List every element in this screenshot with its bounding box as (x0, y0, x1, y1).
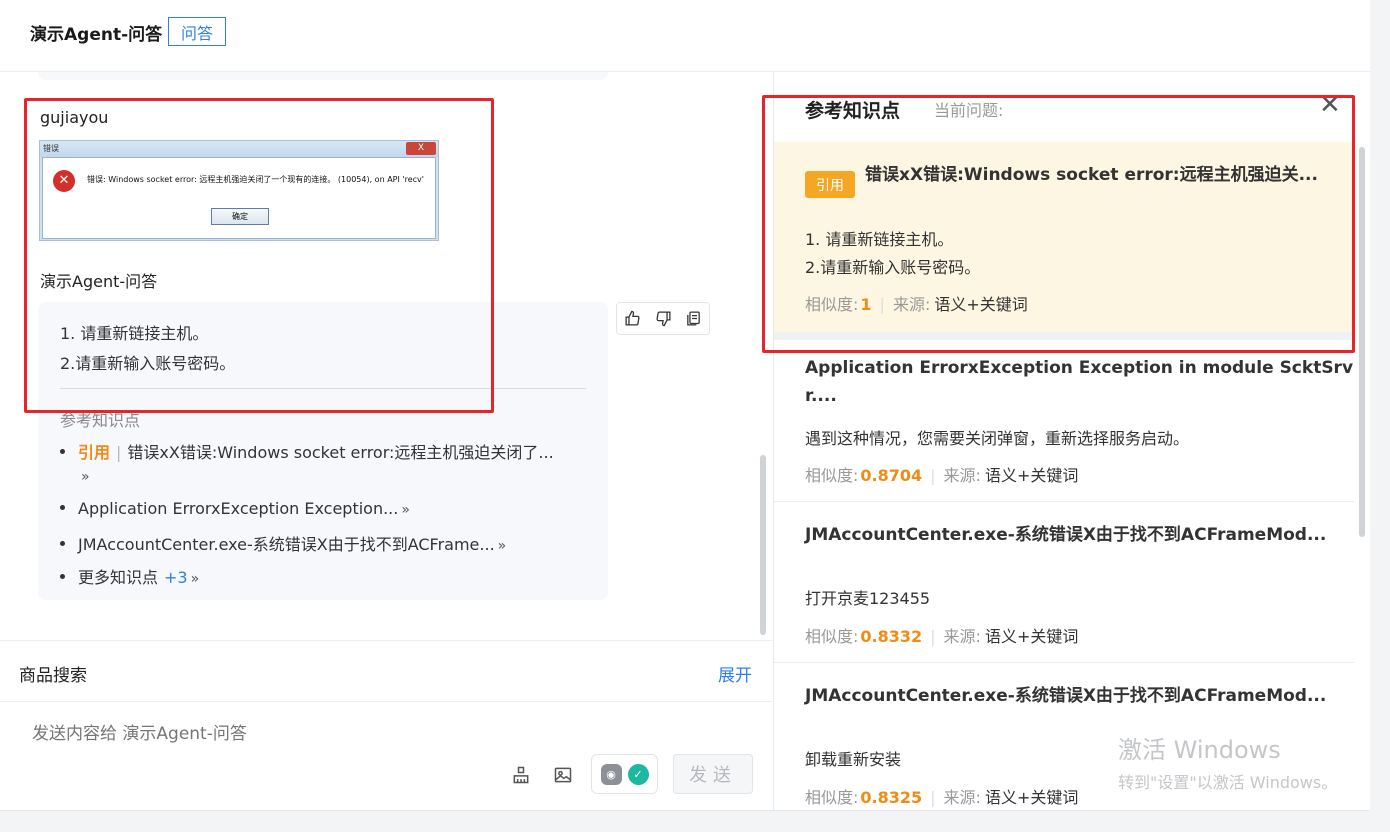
expand-chevron-icon[interactable]: » (78, 466, 90, 485)
highlight-box-right (762, 95, 1355, 353)
ref-item-cited[interactable]: 引用 | 错误xX错误:Windows socket error:远程主机强迫关闭了… (60, 439, 554, 463)
source-value: 语义+关键词 (984, 627, 1079, 646)
ref-text: Application ErrorxException Exception... (78, 499, 399, 518)
knowledge-card[interactable]: JMAccountCenter.exe-系统错误X由于找不到ACFrameMod… (774, 502, 1354, 663)
more-refs-count: +3 (164, 568, 188, 587)
card-title: JMAccountCenter.exe-系统错误X由于找不到ACFrameMod… (805, 686, 1327, 706)
window-edge (1370, 0, 1390, 832)
bullet (60, 505, 65, 510)
ref-item[interactable]: Application ErrorxException Exception...… (60, 499, 410, 518)
clear-broom-icon[interactable] (510, 764, 532, 786)
bullet (60, 541, 65, 546)
card-meta: 相似度: 0.8325 | 来源: 语义+关键词 (805, 784, 1078, 808)
card-title-continued: r.... (805, 386, 837, 406)
input-area: ◉ ✓ 发送 (0, 702, 772, 810)
expand-button[interactable]: 展开 (718, 661, 752, 686)
copy-icon[interactable] (678, 303, 709, 334)
separator: | (930, 627, 936, 646)
card-body-line: 卸载重新安装 (805, 750, 902, 769)
chevron-right-icon: » (497, 538, 507, 554)
app-window: 演示Agent-问答 问答 gujiayou 错误 X ✕ 错误: Window… (0, 0, 1390, 832)
assistant-switcher[interactable]: ◉ ✓ (591, 754, 658, 794)
robot-icon[interactable]: ◉ (600, 763, 622, 785)
similarity-score: 0.8332 (860, 627, 923, 646)
cite-label: 引用 (78, 443, 111, 462)
header: 演示Agent-问答 问答 (0, 0, 1370, 72)
chat-scrollbar[interactable] (760, 455, 766, 635)
chevron-right-icon: » (401, 502, 410, 518)
message-actions (616, 302, 710, 335)
chevron-right-icon: » (190, 571, 200, 587)
previous-message-bubble (38, 72, 608, 80)
more-refs[interactable]: 更多知识点 +3» (60, 564, 199, 588)
image-upload-icon[interactable] (552, 764, 574, 786)
windows-activation-watermark: 激活 Windows 转到"设置"以激活 Windows。 (1118, 730, 1337, 793)
thumbs-down-icon[interactable] (648, 303, 679, 334)
watermark-line: 转到"设置"以激活 Windows。 (1118, 773, 1338, 792)
card-meta: 相似度: 0.8704 | 来源: 语义+关键词 (805, 462, 1078, 486)
card-body-line: 打开京麦123455 (805, 589, 931, 608)
knowledge-card[interactable]: Application ErrorxException Exception in… (774, 340, 1354, 502)
thumbs-up-icon[interactable] (617, 303, 648, 334)
card-title: JMAccountCenter.exe-系统错误X由于找不到ACFrameMod… (805, 525, 1327, 545)
source-label: 来源: (943, 627, 981, 646)
card-title: Application ErrorxException Exception in… (805, 358, 1354, 378)
product-search-bar: 商品搜索 展开 (0, 640, 772, 702)
bullet (60, 449, 65, 454)
more-refs-label: 更多知识点 (78, 568, 159, 587)
separator: | (116, 443, 122, 462)
ref-text: JMAccountCenter.exe-系统错误X由于找不到ACFrame... (78, 535, 495, 554)
card-meta: 相似度: 0.8332 | 来源: 语义+关键词 (805, 623, 1078, 647)
similarity-label: 相似度: (805, 788, 859, 807)
card-body-line: 遇到这种情况，您需要关闭弹窗，重新选择服务启动。 (805, 429, 1190, 448)
similarity-label: 相似度: (805, 466, 859, 485)
ref-item[interactable]: JMAccountCenter.exe-系统错误X由于找不到ACFrame...… (60, 531, 506, 555)
source-value: 语义+关键词 (984, 466, 1079, 485)
panel-scrollbar[interactable] (1359, 147, 1365, 537)
agent-title: 演示Agent-问答 (30, 25, 163, 45)
send-button[interactable]: 发送 (673, 754, 753, 794)
source-value: 语义+关键词 (984, 788, 1079, 807)
message-input[interactable] (32, 724, 732, 744)
similarity-label: 相似度: (805, 627, 859, 646)
highlight-box-left (24, 98, 494, 413)
product-search-label: 商品搜索 (19, 666, 87, 686)
similarity-score: 0.8325 (860, 788, 923, 807)
separator: | (930, 788, 936, 807)
similarity-score: 0.8704 (860, 466, 923, 485)
separator: | (930, 466, 936, 485)
watermark-line: 激活 Windows (1118, 736, 1281, 764)
bullet (60, 574, 65, 579)
mode-tag[interactable]: 问答 (168, 17, 226, 46)
chat-bubble-icon[interactable]: ✓ (627, 763, 649, 785)
bottom-strip (0, 810, 1370, 832)
source-label: 来源: (943, 788, 981, 807)
ref-text: 错误xX错误:Windows socket error:远程主机强迫关闭了... (127, 443, 554, 462)
source-label: 来源: (943, 466, 981, 485)
